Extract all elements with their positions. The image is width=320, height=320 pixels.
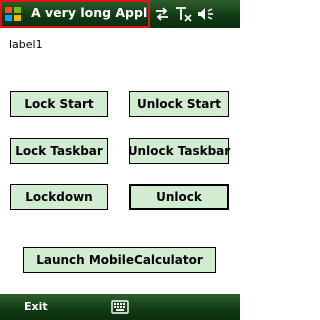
unlock-button[interactable]: Unlock	[129, 184, 229, 210]
title-bar: A very long Application title	[0, 0, 240, 28]
lockdown-button[interactable]: Lockdown	[10, 184, 108, 210]
volume-icon[interactable]	[197, 6, 215, 22]
exit-softkey[interactable]: Exit	[24, 299, 48, 315]
launch-mobile-calculator-button[interactable]: Launch MobileCalculator	[23, 247, 216, 273]
lock-start-button[interactable]: Lock Start	[10, 91, 108, 117]
label1: label1	[9, 38, 43, 51]
connectivity-arrows-icon[interactable]	[154, 6, 170, 22]
keyboard-icon[interactable]	[111, 300, 129, 314]
unlock-taskbar-button[interactable]: Unlock Taskbar	[128, 138, 230, 164]
lock-taskbar-button[interactable]: Lock Taskbar	[10, 138, 108, 164]
signal-off-icon[interactable]	[175, 6, 193, 22]
unlock-start-button[interactable]: Unlock Start	[129, 91, 229, 117]
softkey-bar: Exit	[0, 294, 240, 320]
title-highlight-box	[0, 0, 150, 28]
